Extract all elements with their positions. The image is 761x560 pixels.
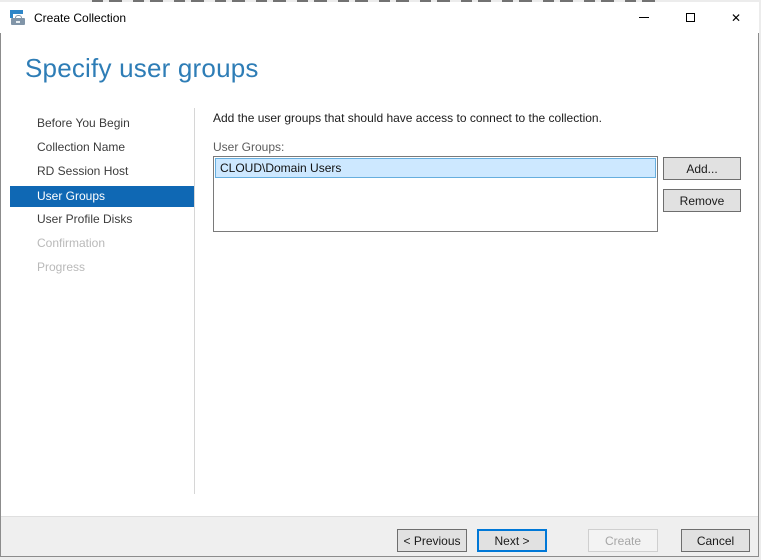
sidebar-item-rd-session-host[interactable]: RD Session Host: [10, 160, 194, 184]
close-button[interactable]: ✕: [713, 2, 759, 33]
sidebar-item-collection-name[interactable]: Collection Name: [10, 136, 194, 160]
sidebar-divider: [194, 108, 195, 494]
instruction-text: Add the user groups that should have acc…: [213, 111, 602, 125]
caption-controls: ✕: [621, 2, 759, 33]
maximize-button[interactable]: [667, 2, 713, 33]
server-manager-icon: [10, 9, 26, 26]
minimize-icon: [639, 17, 649, 18]
list-item-domain-users[interactable]: CLOUD\Domain Users: [215, 158, 656, 178]
create-button: Create: [588, 529, 658, 552]
previous-button[interactable]: < Previous: [397, 529, 467, 552]
page-title: Specify user groups: [25, 53, 259, 83]
add-button[interactable]: Add...: [663, 157, 741, 180]
window-title: Create Collection: [34, 10, 127, 25]
user-groups-listbox[interactable]: CLOUD\Domain Users: [213, 156, 658, 232]
close-icon: ✕: [730, 10, 742, 25]
next-button[interactable]: Next >: [477, 529, 547, 552]
remove-button[interactable]: Remove: [663, 189, 741, 212]
maximize-icon: [685, 13, 695, 22]
sidebar-item-progress: Progress: [37, 260, 86, 274]
sidebar-item-confirmation: Confirmation: [37, 236, 106, 250]
sidebar-item-user-groups[interactable]: User Groups: [10, 186, 194, 207]
title-bar: Create Collection ✕: [0, 2, 759, 33]
minimize-button[interactable]: [621, 2, 667, 33]
user-groups-label: User Groups:: [213, 140, 285, 154]
cancel-button[interactable]: Cancel: [681, 529, 750, 552]
sidebar-item-user-profile-disks[interactable]: User Profile Disks: [10, 208, 194, 232]
sidebar-item-before-you-begin[interactable]: Before You Begin: [10, 112, 194, 136]
wizard-steps-sidebar: Before You Begin Collection Name RD Sess…: [10, 112, 194, 280]
